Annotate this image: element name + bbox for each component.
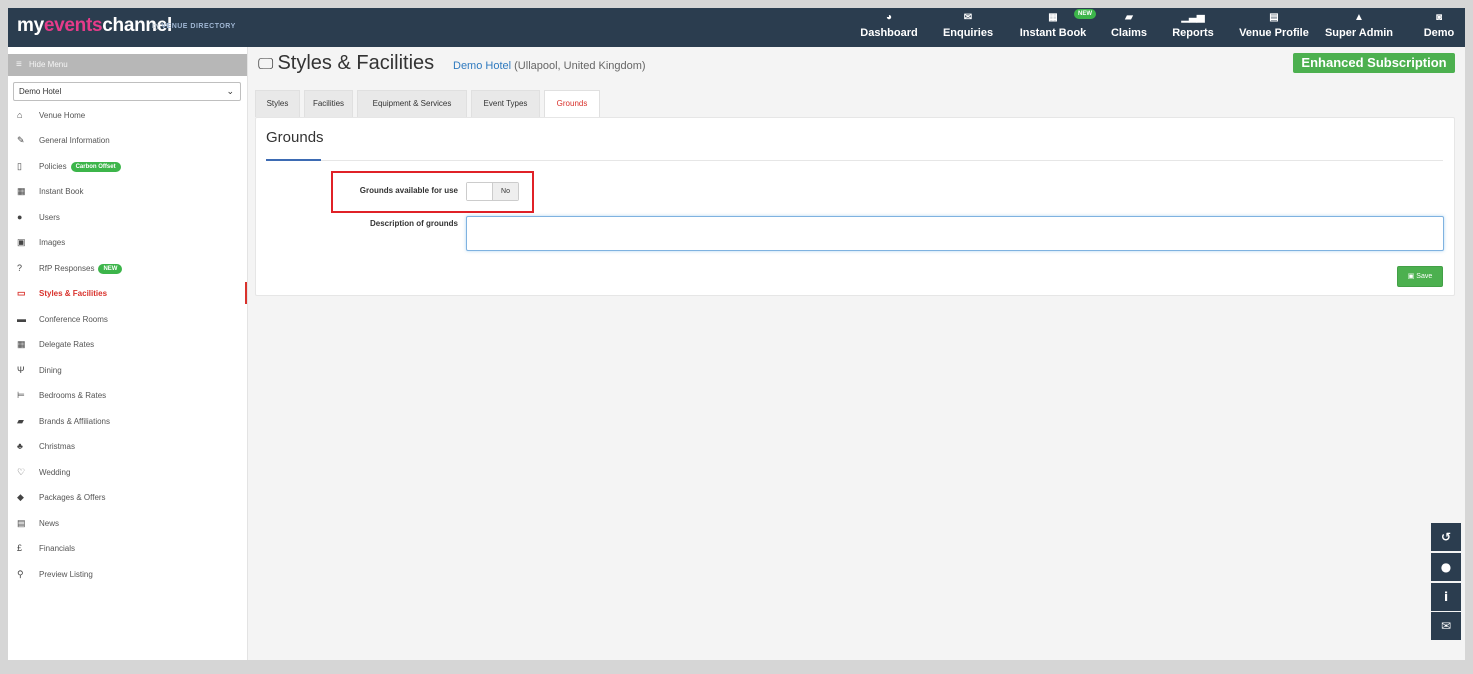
image-icon: ▣ xyxy=(17,237,26,247)
sidebar-item-financials[interactable]: £ Financials xyxy=(8,537,247,559)
sidebar: ≡ Hide Menu Demo Hotel ⌄ ⌂ Venue Home ✎ Gene… xyxy=(8,47,248,660)
search-icon: ⚲ xyxy=(17,569,24,579)
question-icon: ? xyxy=(17,263,23,273)
sidebar-item-conference-rooms[interactable]: ▬ Conference Rooms xyxy=(8,308,247,330)
nav-super-admin[interactable]: ▲ Super Admin xyxy=(1322,12,1396,44)
top-navbar: myeventschannel by VENUE DIRECTORY ◕ Das… xyxy=(8,8,1465,47)
panel-heading: Grounds xyxy=(266,129,324,146)
building-icon: ▤ xyxy=(1269,12,1279,23)
document-icon: ▯ xyxy=(17,161,22,171)
nav-reports[interactable]: ▁▃▅ Reports xyxy=(1165,12,1221,44)
sidebar-item-packages-offers[interactable]: ◆ Packages & Offers xyxy=(8,486,247,508)
user-icon: ◙ xyxy=(1435,12,1443,23)
nav-venue-profile[interactable]: ▤ Venue Profile xyxy=(1234,12,1314,44)
user-icon: ● xyxy=(17,212,23,222)
tab-grounds[interactable]: Grounds xyxy=(544,90,600,118)
nav-instant-book[interactable]: ▦ Instant Book NEW xyxy=(1018,9,1096,44)
sidebar-item-policies[interactable]: ▯ Policies Carbon Offset xyxy=(8,155,247,177)
sidebar-item-dining[interactable]: Ψ Dining xyxy=(8,359,247,381)
monitor-icon: ▭ xyxy=(17,288,26,298)
bed-icon: ⊨ xyxy=(17,390,25,400)
description-textarea[interactable] xyxy=(466,216,1444,251)
tag-icon: ◆ xyxy=(17,492,24,502)
sidebar-item-bedrooms-rates[interactable]: ⊨ Bedrooms & Rates xyxy=(8,384,247,406)
carbon-offset-badge: Carbon Offset xyxy=(70,161,121,172)
save-icon: ▣ xyxy=(1407,273,1415,280)
sidebar-item-images[interactable]: ▣ Images xyxy=(8,231,247,253)
newspaper-icon: ▤ xyxy=(17,518,26,528)
pound-icon: £ xyxy=(17,543,23,553)
sidebar-item-styles-facilities[interactable]: ▭ Styles & Facilities xyxy=(8,282,247,304)
nav-enquiries[interactable]: ✉ Enquiries xyxy=(938,12,998,44)
tab-facilities[interactable]: Facilities xyxy=(304,90,353,117)
book-icon: ▰ xyxy=(1125,12,1133,23)
app-frame: myeventschannel by VENUE DIRECTORY ◕ Das… xyxy=(8,8,1465,660)
divider xyxy=(321,160,1443,161)
sidebar-item-rfp-responses[interactable]: ? RfP Responses NEW xyxy=(8,257,247,279)
nav-claims[interactable]: ▰ Claims xyxy=(1105,12,1153,44)
brand-byline: by VENUE DIRECTORY xyxy=(152,23,236,30)
tab-equipment-services[interactable]: Equipment & Services xyxy=(357,90,467,117)
new-badge: NEW xyxy=(1074,9,1096,19)
history-icon[interactable]: ↺ xyxy=(1431,523,1461,551)
tab-event-types[interactable]: Event Types xyxy=(471,90,540,117)
monitor-icon: 🖵 xyxy=(258,56,274,73)
hamburger-icon: ≡ xyxy=(16,59,22,70)
book-icon: ▰ xyxy=(17,416,24,426)
hide-menu-button[interactable]: ≡ Hide Menu xyxy=(8,54,247,76)
sidebar-item-preview-listing[interactable]: ⚲ Preview Listing xyxy=(8,563,247,585)
nav-demo-user[interactable]: ◙ Demo xyxy=(1419,12,1459,44)
save-button[interactable]: ▣ Save xyxy=(1397,266,1443,287)
sidebar-item-news[interactable]: ▤ News xyxy=(8,512,247,534)
tree-icon: ♣ xyxy=(17,441,23,451)
subscription-badge: Enhanced Subscription xyxy=(1293,53,1455,73)
edit-icon: ✎ xyxy=(17,135,25,145)
sidebar-item-venue-home[interactable]: ⌂ Venue Home xyxy=(8,104,247,126)
description-label: Description of grounds xyxy=(370,219,458,228)
sidebar-item-instant-book[interactable]: ▦ Instant Book xyxy=(8,180,247,202)
toggle-knob[interactable] xyxy=(467,183,493,200)
lock-icon: ▲ xyxy=(1354,12,1364,23)
sidebar-item-brands-affiliations[interactable]: ▰ Brands & Affiliations xyxy=(8,410,247,432)
sidebar-item-general-information[interactable]: ✎ General Information xyxy=(8,129,247,151)
grounds-panel: Grounds Grounds available for use No Des… xyxy=(255,117,1455,296)
chevron-down-icon: ⌄ xyxy=(226,86,234,96)
sidebar-item-christmas[interactable]: ♣ Christmas xyxy=(8,435,247,457)
heading-underline xyxy=(266,159,321,161)
envelope-icon: ✉ xyxy=(963,12,973,23)
home-icon: ⌂ xyxy=(17,110,23,120)
venue-select[interactable]: Demo Hotel ⌄ xyxy=(13,82,241,101)
bar-chart-icon: ▁▃▅ xyxy=(1181,12,1205,23)
venue-link[interactable]: Demo Hotel (Ullapool, United Kingdom) xyxy=(453,60,646,72)
sidebar-item-users[interactable]: ● Users xyxy=(8,206,247,228)
calendar-icon: ▦ xyxy=(17,186,26,196)
briefcase-icon: ▬ xyxy=(17,314,26,324)
sidebar-item-wedding[interactable]: ♡ Wedding xyxy=(8,461,247,483)
tab-styles[interactable]: Styles xyxy=(255,90,300,117)
info-icon[interactable]: i xyxy=(1431,583,1461,611)
sidebar-item-delegate-rates[interactable]: ▦ Delegate Rates xyxy=(8,333,247,355)
brand-logo[interactable]: myeventschannel xyxy=(17,15,172,37)
toggle-state-label: No xyxy=(493,183,518,200)
mail-icon[interactable]: ✉ xyxy=(1431,612,1461,640)
nav-dashboard[interactable]: ◕ Dashboard xyxy=(859,12,919,44)
grounds-available-label: Grounds available for use xyxy=(359,186,458,195)
cutlery-icon: Ψ xyxy=(17,365,25,375)
chat-icon[interactable]: ● xyxy=(1431,553,1461,581)
new-badge: NEW xyxy=(98,263,123,274)
dashboard-icon: ◕ xyxy=(885,12,893,23)
page-title: 🖵 Styles & Facilities xyxy=(258,52,435,74)
grounds-available-toggle[interactable]: No xyxy=(466,182,519,201)
calculator-icon: ▦ xyxy=(17,339,26,349)
heart-icon: ♡ xyxy=(17,467,26,477)
